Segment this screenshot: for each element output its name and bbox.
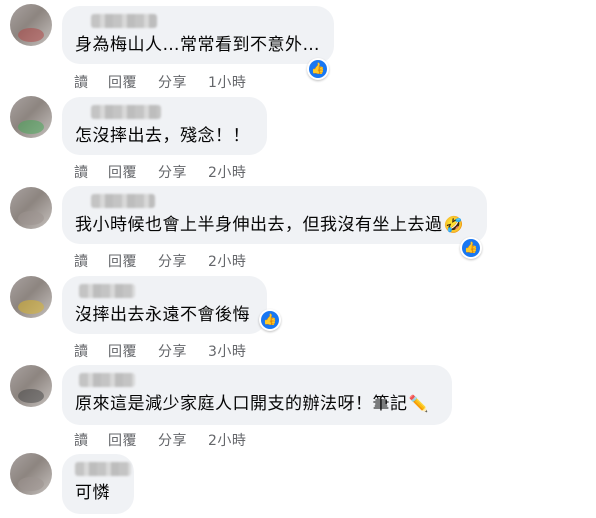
comment-actions: 讀 回覆 分享 2小時 [74, 251, 246, 271]
comment-bubble: 原來這是減少家庭人口開支的辦法呀！筆記✏️ [62, 365, 452, 425]
reply-button[interactable]: 回覆 [108, 72, 158, 92]
comment-actions: 讀 回覆 分享 2小時 [74, 430, 246, 450]
timestamp[interactable]: 1小時 [208, 72, 246, 92]
author-name[interactable] [91, 105, 161, 119]
like-reaction-badge[interactable]: 👍 [259, 309, 281, 331]
comment-bubble: 怎沒摔出去，殘念！！ [62, 97, 267, 155]
like-thumb-icon: 👍 [261, 311, 279, 329]
avatar[interactable] [10, 96, 52, 138]
read-button[interactable]: 讀 [74, 251, 108, 271]
comment-text: 可憐 [75, 483, 110, 503]
like-reaction-badge[interactable]: 👍 [307, 58, 329, 80]
share-button[interactable]: 分享 [158, 162, 208, 182]
comment-actions: 讀 回覆 分享 3小時 [74, 341, 246, 361]
read-button[interactable]: 讀 [74, 341, 108, 361]
timestamp[interactable]: 2小時 [208, 251, 246, 271]
comment-bubble: 沒摔出去永遠不會後悔 [62, 276, 267, 334]
comment-bubble: 身為梅山人…常常看到不意外… [62, 6, 334, 64]
avatar[interactable] [10, 4, 52, 46]
like-reaction-badge[interactable]: 👍 [460, 237, 482, 259]
comment-text: 我小時候也會上半身伸出去，但我沒有坐上去過🤣 [75, 215, 464, 235]
reply-button[interactable]: 回覆 [108, 430, 158, 450]
author-name[interactable] [79, 373, 135, 387]
comment-actions: 讀 回覆 分享 2小時 [74, 162, 246, 182]
comment-bubble: 可憐 [62, 454, 134, 514]
comment-bubble: 我小時候也會上半身伸出去，但我沒有坐上去過🤣 [62, 186, 487, 244]
timestamp[interactable]: 2小時 [208, 430, 246, 450]
comment-text: 身為梅山人…常常看到不意外… [75, 35, 320, 55]
avatar[interactable] [10, 187, 52, 229]
rofl-emoji-icon: 🤣 [443, 215, 464, 234]
timestamp[interactable]: 3小時 [208, 341, 246, 361]
author-name[interactable] [75, 462, 131, 476]
reply-button[interactable]: 回覆 [108, 341, 158, 361]
author-name[interactable] [91, 194, 155, 208]
author-name[interactable] [79, 284, 135, 298]
read-button[interactable]: 讀 [74, 162, 108, 182]
avatar[interactable] [10, 365, 52, 407]
avatar[interactable] [10, 276, 52, 318]
reply-button[interactable]: 回覆 [108, 162, 158, 182]
reply-button[interactable]: 回覆 [108, 251, 158, 271]
comment-actions: 讀 回覆 分享 1小時 [74, 72, 246, 92]
timestamp[interactable]: 2小時 [208, 162, 246, 182]
share-button[interactable]: 分享 [158, 251, 208, 271]
share-button[interactable]: 分享 [158, 430, 208, 450]
share-button[interactable]: 分享 [158, 72, 208, 92]
pencil-emoji-icon: ✏️ [408, 394, 429, 413]
avatar[interactable] [10, 453, 52, 495]
author-name[interactable] [91, 14, 157, 28]
comment-text: 怎沒摔出去，殘念！！ [75, 126, 250, 146]
comment-text: 原來這是減少家庭人口開支的辦法呀！筆記✏️ [75, 394, 429, 414]
share-button[interactable]: 分享 [158, 341, 208, 361]
read-button[interactable]: 讀 [74, 72, 108, 92]
like-thumb-icon: 👍 [462, 239, 480, 257]
like-thumb-icon: 👍 [309, 60, 327, 78]
read-button[interactable]: 讀 [74, 430, 108, 450]
comment-text: 沒摔出去永遠不會後悔 [75, 305, 250, 325]
